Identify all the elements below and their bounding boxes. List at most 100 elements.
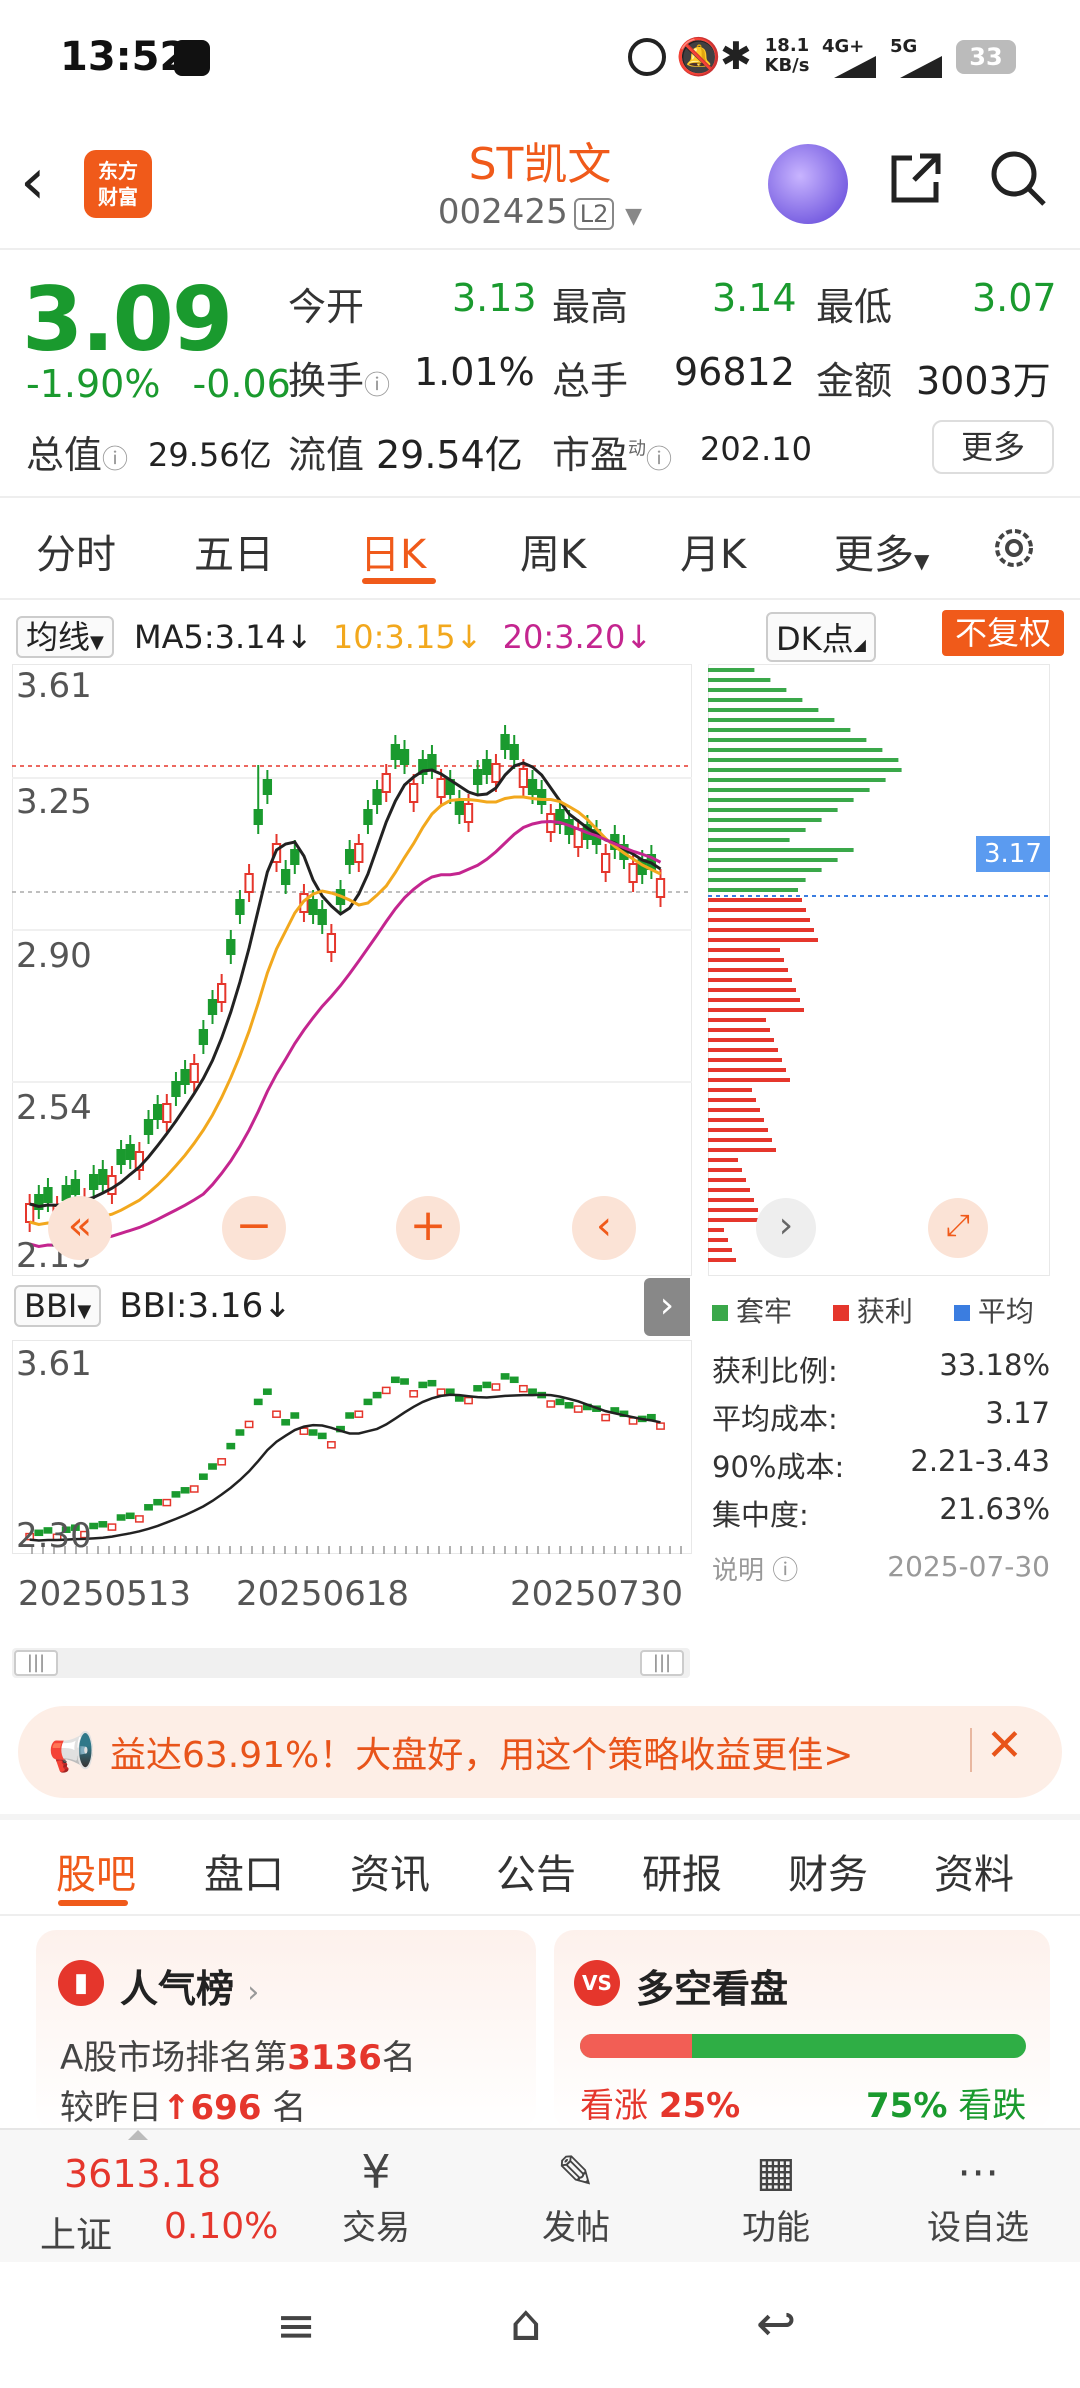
chevron-down-icon: ▼	[625, 204, 643, 229]
ai-assistant-icon[interactable]	[768, 144, 848, 224]
bbi-candle	[171, 1491, 181, 1498]
up-ratio: 看涨 25%	[580, 2086, 741, 2126]
chip-bar	[708, 808, 838, 812]
chip-bar	[708, 908, 806, 912]
nav-post[interactable]: ✎ 发帖	[506, 2144, 646, 2249]
expand-icon[interactable]: ⤢	[928, 1198, 988, 1258]
candle-body	[473, 769, 483, 785]
tab-more[interactable]: 更多▼	[834, 522, 929, 580]
chip-bar	[708, 1138, 772, 1142]
ma-selector[interactable]: 均线▼	[16, 616, 114, 658]
nav-add-watchlist[interactable]: ⋯ 设自选	[908, 2144, 1048, 2249]
zoom-in-icon[interactable]: +	[396, 1196, 460, 1260]
chip-bar	[708, 688, 787, 692]
promo-banner[interactable]: 📢 益达63.91%！大盘好，用这个策略收益更佳> ✕	[18, 1706, 1062, 1798]
nav-trade[interactable]: ¥ 交易	[306, 2144, 446, 2249]
chip-note-link[interactable]: 说明 ⓘ	[712, 1550, 798, 1587]
amount-value: 3003万	[916, 359, 1051, 403]
app-notification-icon	[174, 40, 210, 76]
menu-icon[interactable]: ≡	[276, 2298, 316, 2354]
close-icon[interactable]: ✕	[986, 1720, 1023, 1771]
chip-bar	[708, 1088, 752, 1092]
candle-body	[235, 899, 245, 915]
popularity-card[interactable]: ▮ 人气榜 › A股市场排名第3136名 较昨日↑696 名	[36, 1930, 536, 2130]
index-value[interactable]: 3613.18	[64, 2152, 221, 2196]
kline-chart[interactable]	[12, 664, 692, 1276]
concentration-label: 集中度:	[712, 1498, 809, 1532]
bbi-candle	[573, 1405, 583, 1413]
down-ratio: 75% 看跌	[866, 2086, 1027, 2126]
volume-value: 96812	[674, 350, 795, 394]
chip-bar	[708, 668, 755, 672]
share-icon[interactable]	[884, 146, 948, 210]
chip-next-icon[interactable]: ›	[756, 1198, 816, 1258]
nav-functions[interactable]: ▦ 功能	[706, 2144, 846, 2249]
legend-trapped: 套牢	[736, 1295, 793, 1328]
tab-five-day[interactable]: 五日	[194, 522, 274, 580]
bbi-candle	[482, 1381, 492, 1389]
scroll-left-icon[interactable]: «	[48, 1196, 112, 1260]
adjust-price-button[interactable]: 不复权	[942, 610, 1064, 656]
megaphone-icon: 📢	[48, 1730, 96, 1774]
long-short-card[interactable]: VS 多空看盘 看涨 25% 75% 看跌	[554, 1930, 1050, 2130]
candle-body	[317, 909, 327, 925]
back-icon[interactable]: ↩	[756, 2296, 796, 2352]
tab-finance[interactable]: 财务	[788, 1842, 868, 1900]
cost90-label: 90%成本:	[712, 1450, 845, 1484]
tab-monthly-k[interactable]: 月K	[680, 522, 746, 580]
ma-row: 均线▼ MA5:3.14↓ 10:3.15↓ 20:3.20↓	[16, 612, 652, 658]
candle-body	[482, 759, 492, 775]
tab-weekly-k[interactable]: 周K	[520, 522, 586, 580]
bbi-candle	[473, 1385, 483, 1392]
range-scrollbar[interactable]	[12, 1648, 690, 1678]
zoom-out-icon[interactable]: −	[222, 1196, 286, 1260]
step-left-icon[interactable]: ‹	[572, 1196, 636, 1260]
bbi-candle	[253, 1398, 263, 1406]
bbi-candle	[427, 1379, 437, 1387]
tab-orderbook[interactable]: 盘口	[204, 1842, 284, 1900]
chip-bar	[708, 1168, 742, 1172]
candle-body	[527, 779, 538, 795]
chip-legend: 套牢 获利 平均	[712, 1290, 1034, 1330]
dk-point-button[interactable]: DK点◢	[766, 612, 876, 662]
chip-bar	[708, 1228, 724, 1232]
chip-bar	[708, 1038, 774, 1042]
chip-bar	[708, 798, 854, 802]
bbi-candle	[198, 1473, 208, 1480]
search-icon[interactable]	[986, 146, 1050, 210]
mcap-label: 总值ⓘ	[26, 433, 129, 477]
open-value: 3.13	[452, 276, 537, 320]
collapse-panel-icon[interactable]: ›	[644, 1278, 690, 1336]
tab-news[interactable]: 资讯	[350, 1842, 430, 1900]
bbi-candle	[363, 1398, 373, 1406]
tab-profile[interactable]: 资料	[934, 1842, 1014, 1900]
chip-bar	[708, 788, 870, 792]
candle-body	[518, 768, 529, 788]
status-bar: 13:52 🔕 ✱ 18.1 KB/s 4G+ 5G 33	[0, 0, 1080, 110]
popularity-title: 人气榜 ›	[120, 1967, 260, 2011]
low-value: 3.07	[972, 276, 1057, 320]
candle-body	[345, 849, 355, 865]
vs-icon: VS	[574, 1960, 620, 2006]
range-handle-right[interactable]: |||	[640, 1650, 684, 1676]
section-gap	[0, 1814, 1080, 1820]
bbi-candle	[189, 1485, 199, 1493]
chip-bar	[708, 898, 802, 902]
index-name[interactable]: 上证	[40, 2206, 112, 2258]
stock-header: ‹ 东方 财富 ST凯文 002425 L2 ▼	[0, 110, 1080, 250]
index-change[interactable]: 0.10%	[164, 2206, 278, 2247]
chip-bar	[708, 1008, 804, 1012]
tab-daily-k[interactable]: 日K	[360, 522, 426, 580]
bbi-selector[interactable]: BBI▼	[14, 1285, 102, 1327]
tab-forum[interactable]: 股吧	[56, 1842, 136, 1900]
settings-gear-icon[interactable]	[988, 522, 1040, 574]
tab-research[interactable]: 研报	[642, 1842, 722, 1900]
tab-announcements[interactable]: 公告	[496, 1842, 576, 1900]
more-quote-button[interactable]: 更多	[932, 420, 1054, 474]
home-icon[interactable]: ⌂	[510, 2294, 542, 2352]
tab-intraday[interactable]: 分时	[36, 522, 116, 580]
chip-bar	[708, 1178, 746, 1182]
net-speed: 18.1 KB/s	[764, 35, 810, 76]
candle-body	[198, 1029, 209, 1045]
range-handle-left[interactable]: |||	[14, 1650, 58, 1676]
